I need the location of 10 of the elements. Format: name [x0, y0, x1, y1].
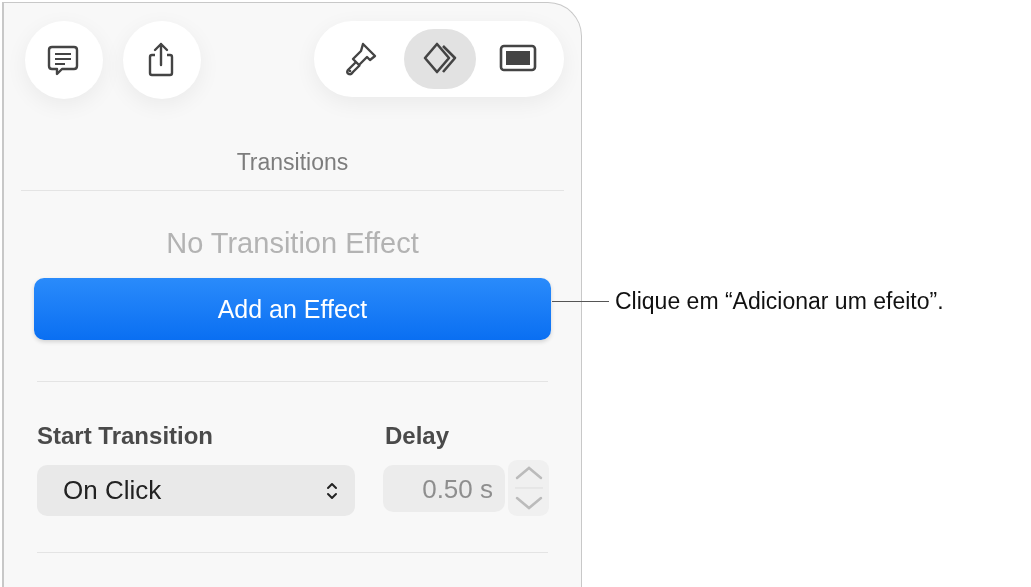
field-label: Delay — [385, 422, 451, 450]
effect-name: No Transition Effect — [165, 227, 420, 260]
start-select[interactable]: On Click — [37, 465, 355, 516]
chevron-updown-icon — [326, 480, 338, 501]
field-label: Start Transition — [37, 422, 215, 450]
animate-tab[interactable] — [404, 29, 476, 89]
leader-line — [552, 300, 609, 303]
add-effect-button[interactable]: Add an Effect — [34, 278, 551, 340]
callout-text: Clique em “Adicionar um efeito”. — [615, 288, 944, 315]
panel-title: Transitions — [235, 149, 350, 176]
